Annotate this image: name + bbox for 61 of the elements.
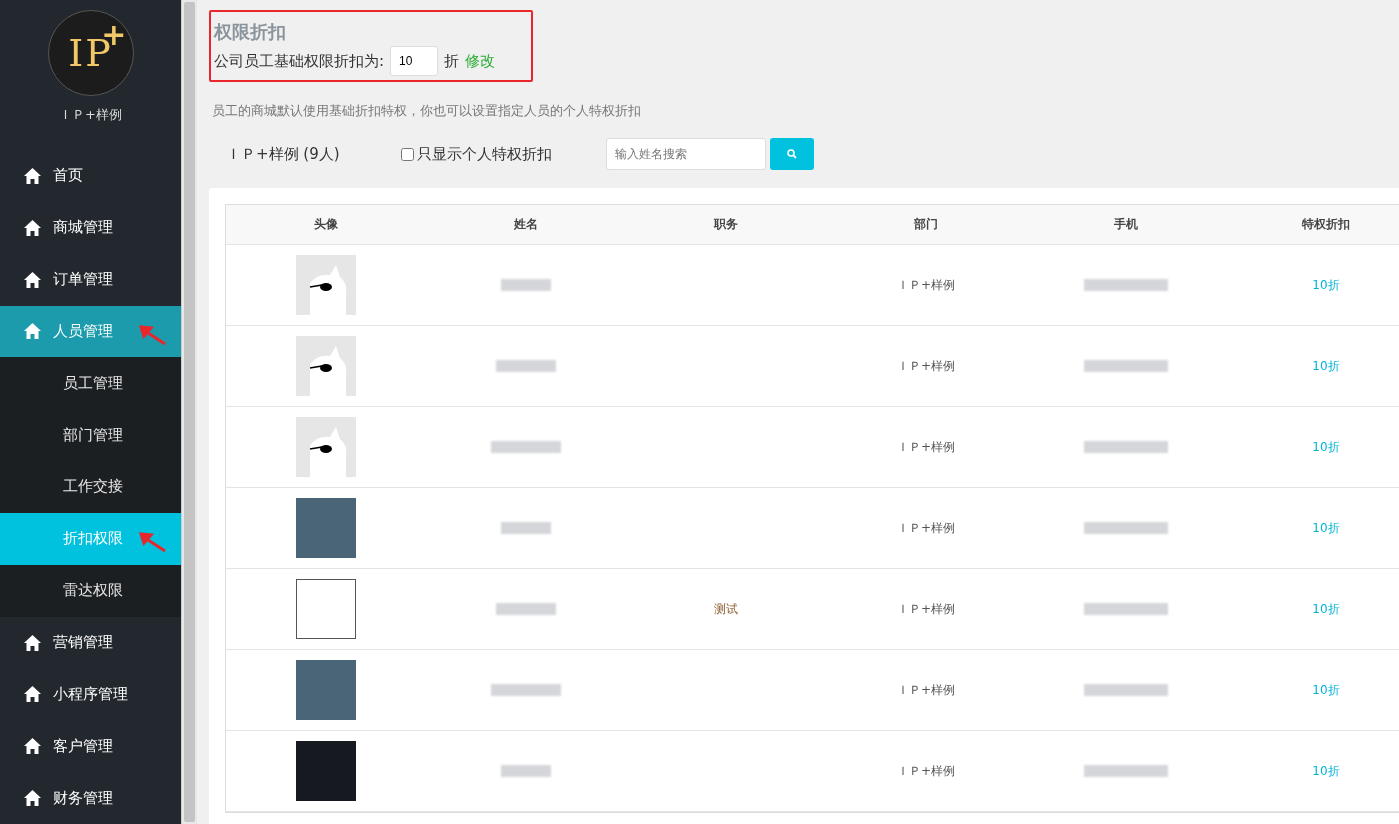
checkbox-label: 只显示个人特权折扣 (417, 144, 552, 164)
menu-item[interactable]: 订单管理 (0, 253, 181, 306)
column-header: 姓名 (513, 216, 539, 233)
photo-placeholder (296, 498, 356, 558)
filter-checkbox[interactable] (401, 147, 414, 161)
menu-item[interactable]: 客户管理 (0, 720, 181, 773)
discount-input[interactable]: 10 (390, 46, 439, 76)
menu-item[interactable]: 营销管理 (0, 616, 181, 669)
column-header: 部门 (913, 216, 939, 233)
discount-label: 公司员工基础权限折扣为: (214, 51, 385, 71)
cartoon-avatar (296, 417, 356, 477)
column-header: 头像 (313, 216, 339, 233)
blank-avatar (296, 579, 356, 639)
discount-unit: 折 (444, 51, 460, 71)
section-title: 权限折扣 (214, 20, 287, 44)
column-header: 手机 (1113, 216, 1139, 233)
home-icon (24, 167, 41, 184)
table-cell-text: ＩＰ+样例 (895, 438, 957, 456)
scrollbar[interactable] (181, 0, 197, 824)
menu-item[interactable]: 首页 (0, 150, 181, 202)
home-icon (24, 634, 41, 651)
menu-item[interactable]: 商城管理 (0, 201, 181, 254)
blurred-name (491, 684, 561, 696)
home-icon (24, 271, 41, 288)
table-cell-text: 测试 (713, 600, 739, 618)
table-cell-text: ＩＰ+样例 (895, 600, 957, 618)
table-cell-text: ＩＰ+样例 (895, 762, 957, 780)
blurred-name (501, 522, 551, 534)
table-cell-text: ＩＰ+样例 (895, 276, 957, 294)
blurred-name (501, 765, 551, 777)
submenu-item[interactable]: 雷达权限 (0, 564, 181, 617)
column-header: 职务 (712, 216, 739, 233)
submenu-item[interactable]: 工作交接 (0, 461, 181, 513)
table-cell-text: ＩＰ+样例 (895, 681, 957, 699)
home-icon (24, 219, 41, 236)
hint-text: 员工的商城默认使用基础折扣特权，你也可以设置指定人员的个人特权折扣 (212, 102, 642, 120)
logo: IP+ (47, 10, 134, 96)
search-button[interactable] (770, 138, 814, 170)
company-count: ＩＰ+样例 (9人) (226, 144, 341, 164)
photo-placeholder (296, 660, 356, 720)
search-field[interactable]: 输入姓名搜索 (606, 138, 766, 170)
blurred-name (501, 279, 551, 291)
table-cell-text: ＩＰ+样例 (895, 357, 957, 375)
brand-name: ＩＰ+样例 (59, 106, 122, 124)
cartoon-avatar (296, 336, 356, 396)
home-icon (24, 686, 41, 703)
home-icon (24, 323, 41, 340)
table-cell-text: ＩＰ+样例 (895, 519, 957, 537)
submenu-item[interactable]: 员工管理 (0, 357, 181, 410)
cartoon-avatar (296, 255, 356, 315)
blurred-name (496, 603, 556, 615)
menu-item[interactable]: 小程序管理 (0, 668, 181, 721)
home-icon (24, 738, 41, 755)
search-icon (787, 149, 797, 159)
blurred-name (496, 360, 556, 372)
home-icon (24, 790, 41, 807)
column-header: 特权折扣 (1301, 216, 1351, 233)
menu-item[interactable]: 财务管理 (0, 772, 181, 824)
photo-placeholder (296, 741, 356, 801)
blurred-name (491, 441, 561, 453)
submenu-item[interactable]: 部门管理 (0, 409, 181, 462)
